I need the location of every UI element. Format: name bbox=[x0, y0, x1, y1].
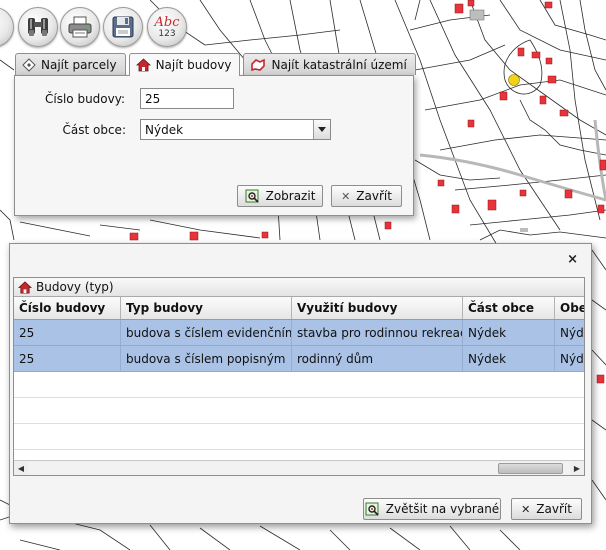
empty-row bbox=[14, 372, 584, 398]
save-icon bbox=[111, 15, 135, 39]
results-window: × Budovy (typ) Číslo budovy Typ budovy V… bbox=[9, 243, 592, 524]
cell-building-type: budova s číslem evidenčním bbox=[121, 320, 292, 345]
column-header-building-use[interactable]: Využití budovy bbox=[292, 297, 463, 319]
show-button[interactable]: Zobrazit bbox=[237, 185, 323, 207]
column-header-building-type[interactable]: Typ budovy bbox=[121, 297, 292, 319]
house-icon bbox=[18, 280, 32, 294]
close-results-icon[interactable]: × bbox=[567, 252, 578, 267]
building-number-label: Číslo budovy: bbox=[45, 92, 126, 106]
tab-find-cadastral-area[interactable]: Najít katastrální území bbox=[243, 53, 416, 75]
close-icon: ✕ bbox=[341, 189, 351, 203]
cell-municipal-part: Nýdek bbox=[463, 320, 555, 345]
spellcheck-icon-text-bottom: 123 bbox=[158, 28, 176, 39]
tab-find-cadastral-area-label: Najít katastrální území bbox=[271, 57, 407, 72]
spellcheck-icon: Abc 123 bbox=[155, 16, 180, 39]
horizontal-scrollbar[interactable]: ◀ ▶ bbox=[14, 460, 584, 475]
cell-building-type: budova s číslem popisným bbox=[121, 346, 292, 371]
municipal-part-select[interactable]: Nýdek bbox=[140, 119, 331, 140]
tab-find-buildings-label: Najít budovy bbox=[155, 58, 232, 72]
zoom-to-selected-button[interactable]: Zvětšit na vybrané bbox=[363, 498, 501, 520]
save-button[interactable] bbox=[103, 7, 143, 47]
table-title: Budovy (typ) bbox=[36, 280, 114, 294]
scroll-thumb[interactable] bbox=[498, 462, 563, 474]
cell-municipality: Nýd bbox=[555, 346, 584, 371]
buildings-table: Budovy (typ) Číslo budovy Typ budovy Vyu… bbox=[13, 277, 585, 476]
table-row[interactable]: 25 budova s číslem evidenčním stavba pro… bbox=[14, 320, 584, 346]
column-header-municipality[interactable]: Obe bbox=[555, 297, 584, 319]
cell-municipal-part: Nýdek bbox=[463, 346, 555, 371]
cell-building-number: 25 bbox=[14, 320, 121, 345]
cell-municipality: Nýd bbox=[555, 320, 584, 345]
scroll-right-icon[interactable]: ▶ bbox=[570, 461, 584, 475]
spellcheck-button[interactable]: Abc 123 bbox=[147, 7, 187, 47]
cell-building-use: stavba pro rodinnou rekreaci bbox=[292, 320, 463, 345]
spellcheck-icon-text-top: Abc bbox=[154, 14, 180, 30]
tab-find-parcels-label: Najít parcely bbox=[41, 57, 117, 72]
close-search-button[interactable]: ✕ Zavřít bbox=[331, 185, 402, 207]
municipal-part-label: Část obce: bbox=[62, 123, 127, 137]
cell-building-number: 25 bbox=[14, 346, 121, 371]
close-results-button-label: Zavřít bbox=[536, 502, 572, 516]
binoculars-button[interactable] bbox=[18, 7, 58, 47]
scroll-left-icon[interactable]: ◀ bbox=[14, 461, 28, 475]
search-tabs: Najít parcely Najít budovy Najít katastr… bbox=[15, 53, 419, 76]
print-icon bbox=[67, 15, 93, 39]
scroll-track[interactable] bbox=[28, 461, 570, 475]
empty-row bbox=[14, 424, 584, 450]
tab-find-parcels[interactable]: Najít parcely bbox=[15, 53, 126, 75]
cell-building-use: rodinný dům bbox=[292, 346, 463, 371]
show-button-label: Zobrazit bbox=[265, 189, 316, 203]
table-title-bar: Budovy (typ) bbox=[14, 278, 584, 297]
close-search-button-label: Zavřít bbox=[356, 189, 392, 203]
zoom-to-map-icon bbox=[365, 502, 380, 517]
parcel-icon bbox=[22, 57, 36, 72]
table-header: Číslo budovy Typ budovy Využití budovy Č… bbox=[14, 297, 584, 320]
close-results-button[interactable]: ✕ Zavřít bbox=[511, 498, 582, 520]
cadastral-area-icon bbox=[250, 58, 266, 72]
house-icon bbox=[135, 58, 151, 72]
tab-find-buildings[interactable]: Najít budovy bbox=[128, 53, 241, 76]
binoculars-icon bbox=[25, 15, 51, 39]
print-button[interactable] bbox=[60, 7, 100, 47]
empty-row bbox=[14, 398, 584, 424]
zoom-to-selected-label: Zvětšit na vybrané bbox=[385, 502, 500, 516]
table-body: 25 budova s číslem evidenčním stavba pro… bbox=[14, 320, 584, 453]
building-number-input[interactable] bbox=[140, 88, 234, 109]
find-buildings-panel: Číslo budovy: Část obce: Nýdek Zobrazit … bbox=[14, 75, 414, 216]
table-row[interactable]: 25 budova s číslem popisným rodinný dům … bbox=[14, 346, 584, 372]
zoom-to-map-icon bbox=[245, 189, 260, 204]
column-header-building-number[interactable]: Číslo budovy bbox=[14, 297, 121, 319]
column-header-municipal-part[interactable]: Část obce bbox=[463, 297, 555, 319]
close-icon: ✕ bbox=[521, 502, 531, 516]
chevron-down-icon[interactable] bbox=[313, 120, 330, 139]
municipal-part-value: Nýdek bbox=[145, 123, 184, 137]
